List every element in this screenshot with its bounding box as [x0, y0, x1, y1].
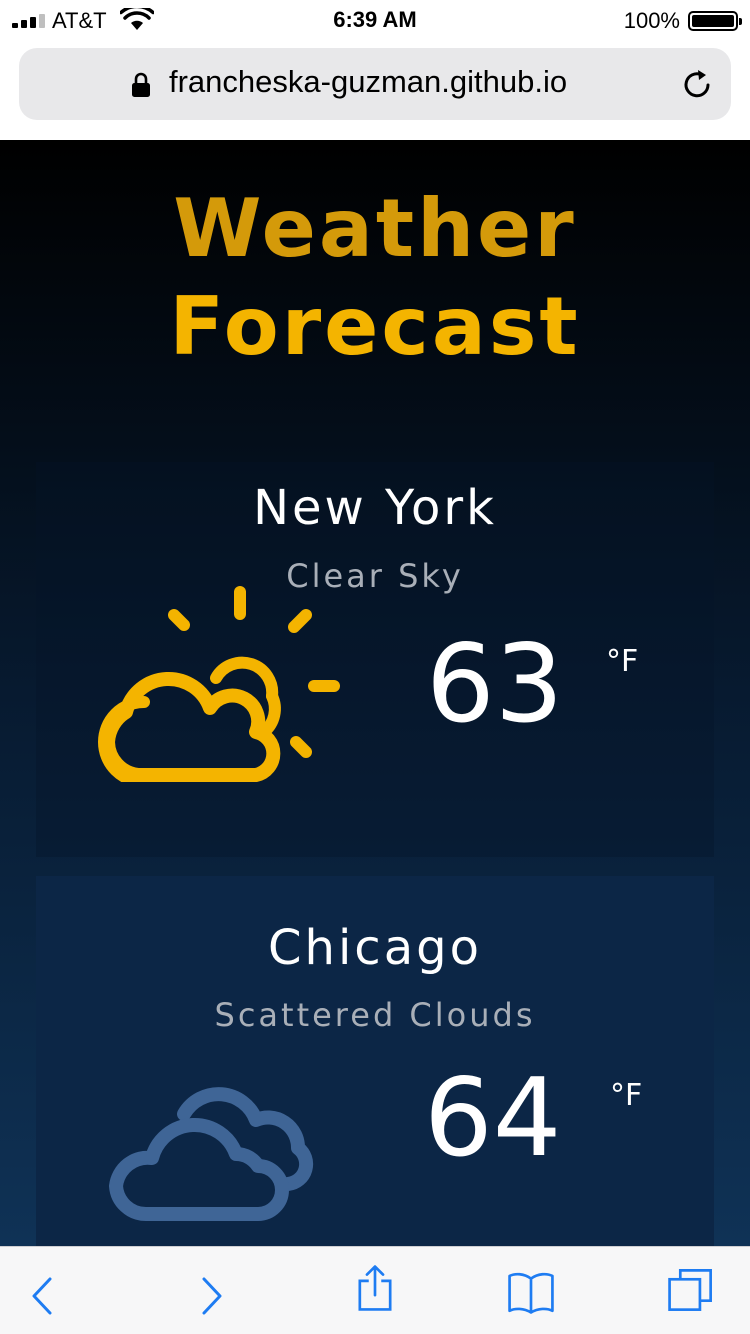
temperature-value: 63	[426, 622, 564, 747]
forward-icon[interactable]	[186, 1271, 236, 1321]
clouds-icon	[109, 1087, 314, 1222]
page-title-line2: Forecast	[169, 280, 581, 373]
city-name: Chicago	[268, 920, 482, 976]
browser-header: francheska-guzman.github.io	[0, 40, 750, 140]
forecast-card: Chicago Scattered Clouds 64 °F	[36, 876, 714, 1246]
page-title: Weather Forecast	[0, 180, 750, 376]
status-bar: AT&T 6:39 AM 100%	[0, 0, 750, 40]
partly-sunny-icon	[98, 586, 340, 782]
tabs-icon[interactable]	[666, 1265, 716, 1315]
temperature-unit: °F	[610, 1078, 643, 1113]
city-name: New York	[253, 480, 497, 536]
lock-icon	[132, 72, 150, 97]
battery-percentage: 100%	[623, 8, 680, 33]
temperature-unit: °F	[606, 644, 639, 679]
browser-toolbar	[0, 1246, 750, 1334]
url-text[interactable]: francheska-guzman.github.io	[169, 64, 567, 100]
weather-description: Scattered Clouds	[214, 996, 536, 1034]
forecast-card: New York Clear Sky 63 °F	[36, 462, 714, 857]
address-bar[interactable]: francheska-guzman.github.io	[19, 48, 731, 120]
reload-icon[interactable]	[681, 68, 715, 102]
bookmarks-icon[interactable]	[506, 1267, 556, 1317]
temperature-value: 64	[424, 1056, 562, 1181]
page-title-line1: Weather	[173, 182, 577, 275]
share-icon[interactable]	[350, 1263, 400, 1313]
back-icon[interactable]	[18, 1271, 68, 1321]
weather-page: Weather Forecast New York Clear Sky 63 °…	[0, 140, 750, 1246]
battery-icon	[688, 11, 742, 31]
